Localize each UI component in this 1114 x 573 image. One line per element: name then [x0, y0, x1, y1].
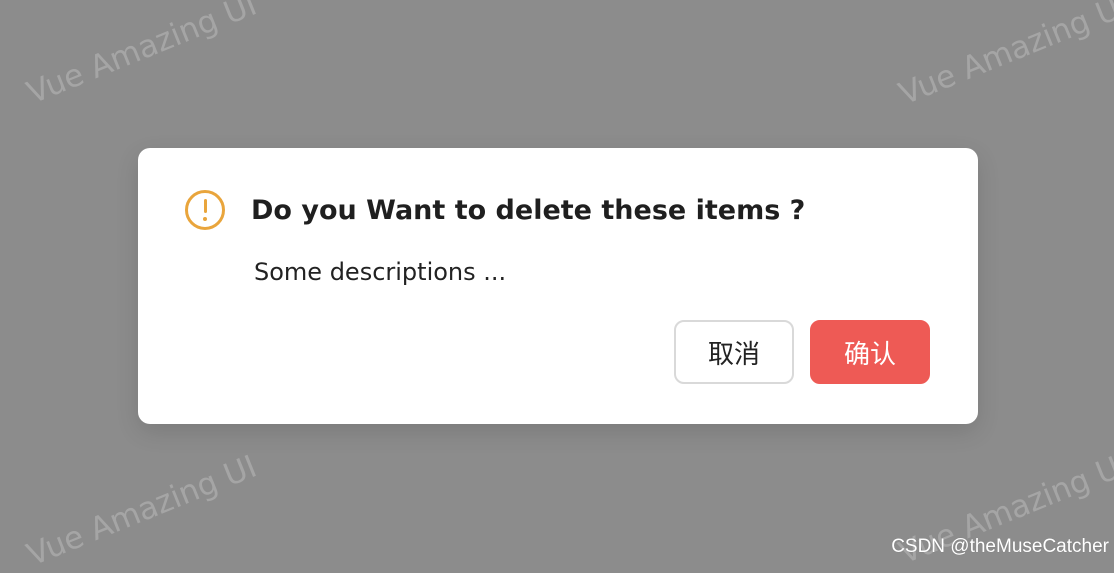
watermark-text: Vue Amazing UI: [22, 448, 262, 573]
footer-credit: CSDN @theMuseCatcher: [891, 536, 1109, 557]
confirm-button[interactable]: 确认: [810, 320, 930, 384]
watermark-text: Vue Amazing UI: [22, 0, 262, 112]
dialog-description: Some descriptions ...: [254, 258, 507, 286]
confirm-dialog: Do you Want to delete these items ? Some…: [138, 148, 978, 424]
dialog-title: Do you Want to delete these items ?: [251, 194, 806, 226]
watermark-text: Vue Amazing UI: [894, 0, 1114, 113]
dialog-header: Do you Want to delete these items ?: [185, 190, 805, 230]
exclamation-circle-icon: [185, 190, 225, 230]
cancel-button[interactable]: 取消: [674, 320, 794, 384]
